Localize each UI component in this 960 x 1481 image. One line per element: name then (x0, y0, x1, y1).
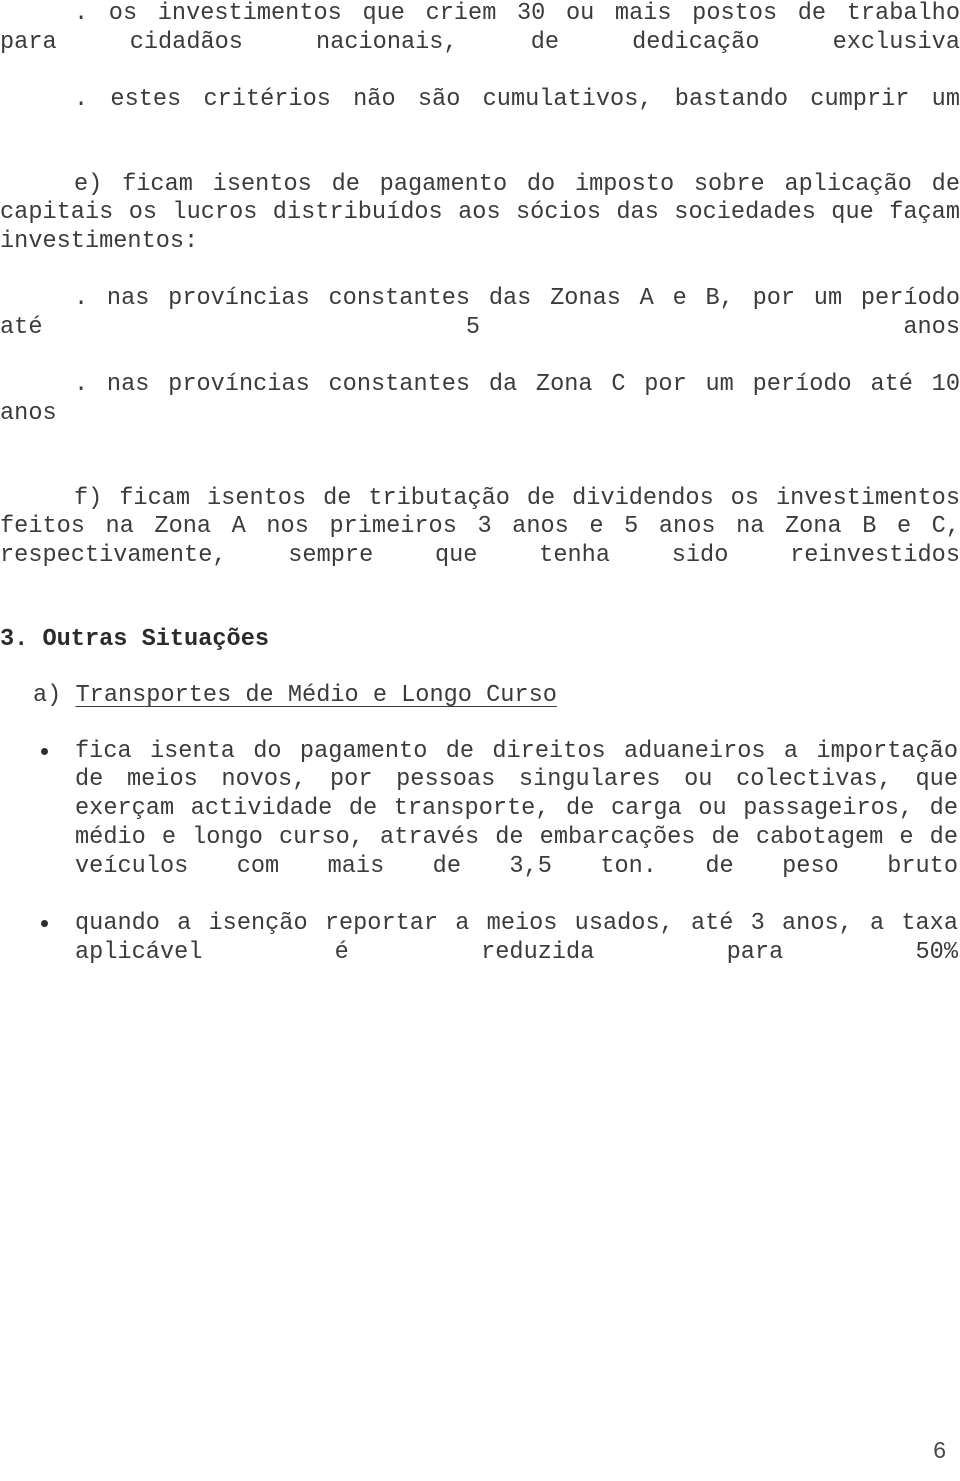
page-number: 6 (933, 1437, 946, 1463)
bullet-point-icon (41, 747, 48, 755)
spacer-before-item-f (0, 458, 960, 485)
subsection-label: a) (33, 682, 62, 710)
list-item-text: quando a isenção reportar a meios usados… (75, 909, 958, 966)
subsection-title: Transportes de Médio e Longo Curso (75, 682, 557, 710)
spacer-before-section (0, 599, 960, 626)
list-item: fica isenta do pagamento de direitos adu… (0, 738, 960, 910)
paragraph-item-f: f) ficam isentos de tributação de divide… (0, 484, 960, 569)
bullet-point-icon (41, 919, 48, 927)
item-e-subitem-2: . nas províncias constantes da Zona C po… (0, 371, 960, 428)
item-e-subitem-1: . nas províncias constantes das Zonas A … (0, 285, 960, 342)
criteria-item-1: . os investimentos que criem 30 ou mais … (0, 0, 960, 56)
spacer-after-criteria (0, 144, 960, 171)
spacer-after-section-heading (0, 655, 960, 682)
criteria-item-2: . estes critérios não são cumulativos, b… (74, 86, 960, 114)
document-page: . os investimentos que criem 30 ou mais … (0, 0, 960, 1481)
page-content: . os investimentos que criem 30 ou mais … (0, 0, 960, 996)
list-item: quando a isenção reportar a meios usados… (0, 910, 960, 996)
spacer-before-bullets (0, 711, 960, 738)
list-item-text: fica isenta do pagamento de direitos adu… (75, 737, 958, 880)
section-heading-outras-situacoes: 3. Outras Situações (0, 626, 270, 654)
subsection-heading-transportes: a) Transportes de Médio e Longo Curso (0, 682, 960, 711)
paragraph-item-e: e) ficam isentos de pagamento do imposto… (0, 170, 960, 255)
bullet-list: fica isenta do pagamento de direitos adu… (0, 738, 960, 996)
